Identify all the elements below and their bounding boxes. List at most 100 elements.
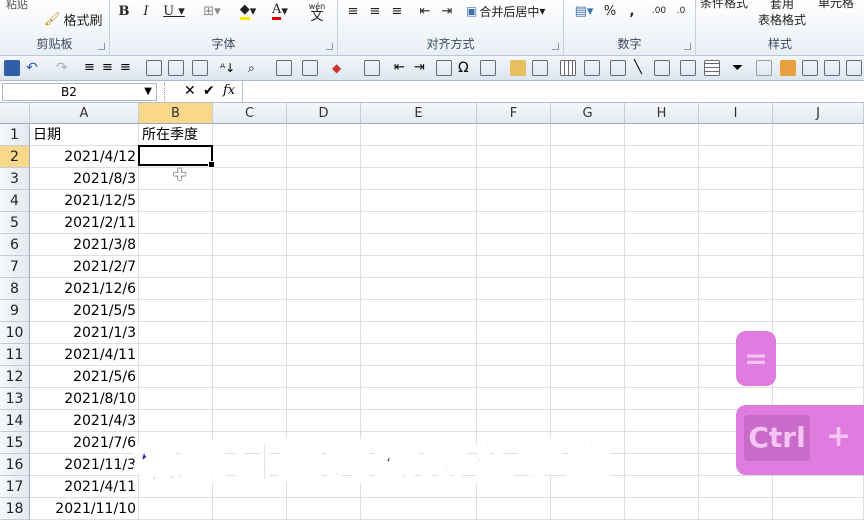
outdent-icon[interactable]: ⇥ [414,60,430,76]
cell-j8[interactable] [773,278,864,300]
cell-b9[interactable] [139,300,213,322]
row-header[interactable]: 13 [0,388,30,410]
cell-g7[interactable] [551,256,625,278]
row-header[interactable]: 4 [0,190,30,212]
insert-icon[interactable] [276,60,292,76]
cell-f5[interactable] [477,212,551,234]
row-header[interactable]: 16 [0,454,30,476]
cell-j18[interactable] [773,498,864,520]
filter-icon[interactable]: ⏷ [732,60,748,76]
view-icon[interactable] [846,60,862,76]
cell-b18[interactable] [139,498,213,520]
cell-a11[interactable]: 2021/4/11 [30,344,139,366]
cell-e10[interactable] [361,322,477,344]
cell-e11[interactable] [361,344,477,366]
cell-g12[interactable] [551,366,625,388]
cell-d18[interactable] [287,498,361,520]
cell-d4[interactable] [287,190,361,212]
cell-j10[interactable] [773,322,864,344]
cell-h17[interactable] [625,476,699,498]
cell-b4[interactable] [139,190,213,212]
fill-color-button[interactable]: ◆ ▾ [234,2,262,20]
confirm-icon[interactable]: ✔ [203,83,215,99]
select-all-corner[interactable] [0,103,30,124]
cell-c13[interactable] [213,388,287,410]
row-header[interactable]: 6 [0,234,30,256]
cell-c12[interactable] [213,366,287,388]
delete-icon[interactable] [302,60,318,76]
cell-j2[interactable] [773,146,864,168]
cell-f18[interactable] [477,498,551,520]
row-header[interactable]: 2 [0,146,30,168]
cell-g10[interactable] [551,322,625,344]
cell-b5[interactable] [139,212,213,234]
row-header[interactable]: 1 [0,124,30,146]
cell-d10[interactable] [287,322,361,344]
cell-j5[interactable] [773,212,864,234]
cell-f2[interactable] [477,146,551,168]
cell-b1[interactable]: 所在季度 [139,124,213,146]
increase-indent-icon[interactable]: ⇥ [438,2,456,20]
row-header[interactable]: 17 [0,476,30,498]
cell-e1[interactable] [361,124,477,146]
column-header-e[interactable]: E [361,103,477,124]
cell-i8[interactable] [699,278,773,300]
cell-d9[interactable] [287,300,361,322]
merge-center-button[interactable]: ▣ 合并后居中 ▾ [466,2,545,20]
cell-g5[interactable] [551,212,625,234]
percent-button[interactable]: % [602,2,618,20]
selected-cell-b2[interactable] [138,145,215,168]
cell-f9[interactable] [477,300,551,322]
cell-f3[interactable] [477,168,551,190]
group-icon[interactable] [654,60,670,76]
cell-j7[interactable] [773,256,864,278]
cell-b6[interactable] [139,234,213,256]
column-header-g[interactable]: G [551,103,625,124]
cell-h11[interactable] [625,344,699,366]
redo-icon[interactable]: ↷ [56,60,72,76]
cell-a7[interactable]: 2021/2/7 [30,256,139,278]
cell-a4[interactable]: 2021/12/5 [30,190,139,212]
cell-d5[interactable] [287,212,361,234]
cell-i3[interactable] [699,168,773,190]
wrap-icon[interactable] [168,60,184,76]
cell-f1[interactable] [477,124,551,146]
cell-d7[interactable] [287,256,361,278]
format-icon[interactable] [192,60,208,76]
camera-icon[interactable] [610,60,626,76]
macro-icon[interactable] [756,60,772,76]
currency-icon[interactable]: ▤▾ [570,2,598,20]
cell-j3[interactable] [773,168,864,190]
cell-f13[interactable] [477,388,551,410]
cell-a10[interactable]: 2021/1/3 [30,322,139,344]
arrange-icon[interactable] [680,60,696,76]
cell-d1[interactable] [287,124,361,146]
line-icon[interactable]: ╲ [634,60,650,76]
cell-a2[interactable]: 2021/4/12 [30,146,139,168]
phonetic-button[interactable]: wén 文 [302,0,332,24]
cell-a8[interactable]: 2021/12/6 [30,278,139,300]
cancel-icon[interactable]: ✕ [184,83,196,99]
picture-icon[interactable] [532,60,548,76]
cell-a3[interactable]: 2021/8/3 [30,168,139,190]
chart-icon[interactable] [436,60,452,76]
dialog-launcher-icon[interactable] [552,43,559,50]
cell-h5[interactable] [625,212,699,234]
cell-d11[interactable] [287,344,361,366]
chevron-down-icon[interactable]: ▼ [144,84,152,100]
form-icon[interactable] [824,60,840,76]
cell-f6[interactable] [477,234,551,256]
cell-a12[interactable]: 2021/5/6 [30,366,139,388]
cell-h10[interactable] [625,322,699,344]
cell-g13[interactable] [551,388,625,410]
underline-button[interactable]: U ▾ [160,2,188,20]
cell-f4[interactable] [477,190,551,212]
cell-h18[interactable] [625,498,699,520]
cell-f10[interactable] [477,322,551,344]
cell-j17[interactable] [773,476,864,498]
italic-button[interactable]: I [138,2,154,20]
row-header[interactable]: 8 [0,278,30,300]
cell-h16[interactable] [625,454,699,476]
cell-j9[interactable] [773,300,864,322]
row-header[interactable]: 5 [0,212,30,234]
